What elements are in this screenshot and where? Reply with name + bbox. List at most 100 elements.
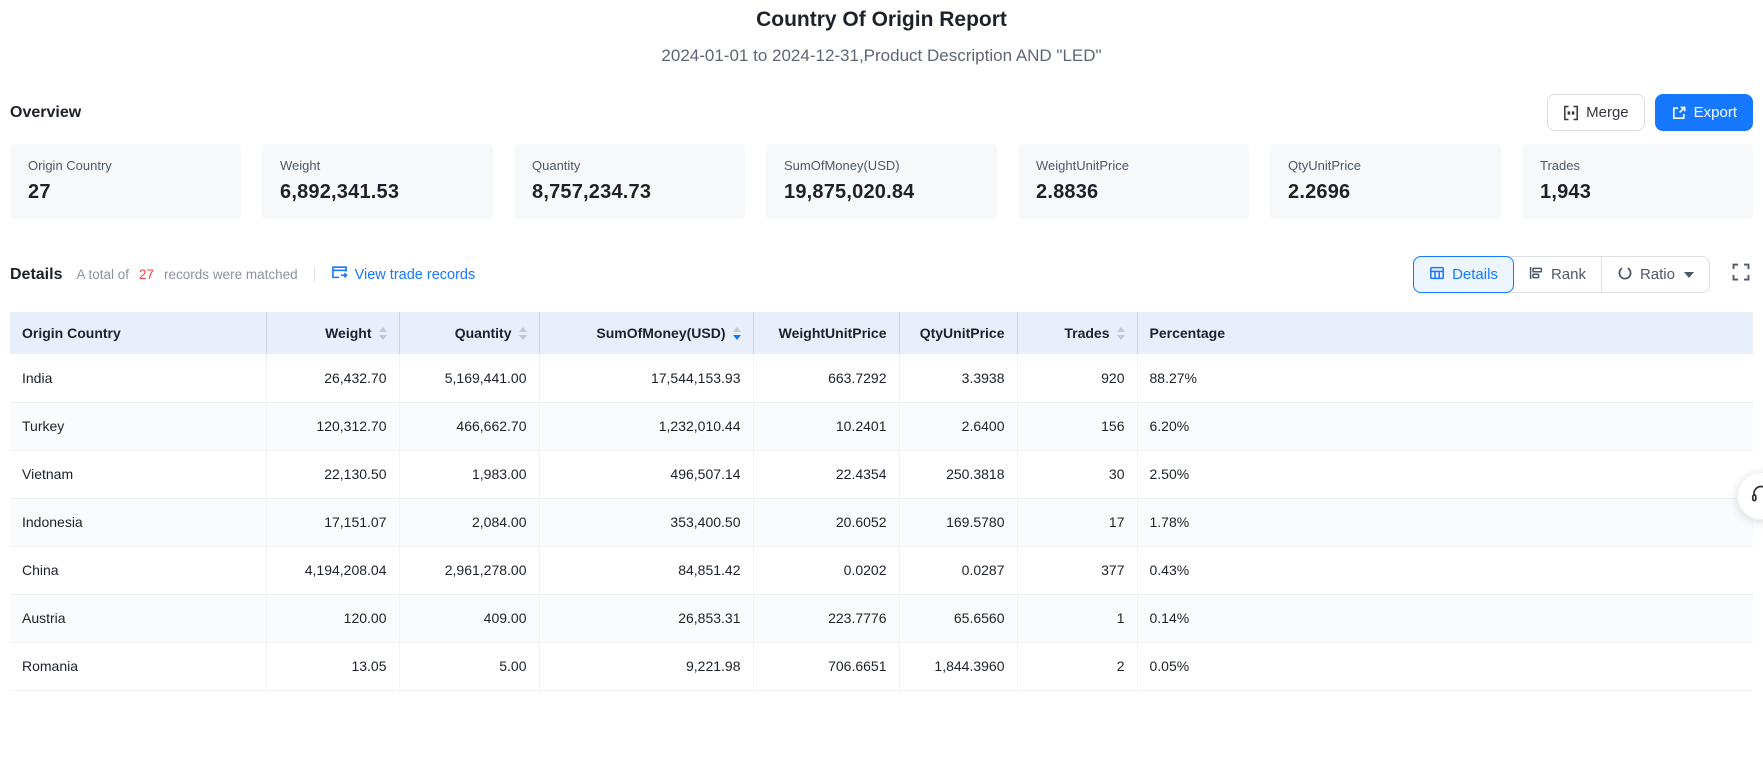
table-row-romania: Romania13.055.009,221.98706.66511,844.39… <box>10 642 1753 690</box>
column-header-quantity[interactable]: Quantity <box>399 312 539 354</box>
column-header-trades[interactable]: Trades <box>1017 312 1137 354</box>
table-row-vietnam: Vietnam22,130.501,983.00496,507.1422.435… <box>10 450 1753 498</box>
table-grid-icon <box>1429 265 1445 285</box>
sort-desc-icon[interactable] <box>733 335 741 340</box>
column-label: QtyUnitPrice <box>920 325 1005 341</box>
cell-origin-country: Turkey <box>10 402 266 450</box>
origin-table-wrap: Origin Country Weight Quantity SumOfMoney(U… <box>10 312 1753 691</box>
vertical-divider <box>314 267 315 282</box>
cell-weight: 26,432.70 <box>266 354 399 402</box>
sort-asc-icon[interactable] <box>379 327 387 332</box>
stat-label: QtyUnitPrice <box>1288 158 1483 173</box>
stat-value: 2.8836 <box>1036 181 1231 204</box>
cell-trades: 17 <box>1017 498 1137 546</box>
column-header-weight[interactable]: Weight <box>266 312 399 354</box>
stat-value: 27 <box>28 181 223 204</box>
sort-asc-icon[interactable] <box>519 327 527 332</box>
stat-card-sumofmoney-usd: SumOfMoney(USD)19,875,020.84 <box>766 144 997 219</box>
stat-card-origin-country: Origin Country 27 <box>10 144 241 219</box>
cell-weight: 22,130.50 <box>266 450 399 498</box>
sort-desc-icon[interactable] <box>1117 335 1125 340</box>
sort-carets[interactable] <box>379 327 387 340</box>
cell-origin-country: China <box>10 546 266 594</box>
cell-weightunitprice: 223.7776 <box>753 594 899 642</box>
cell-weight: 13.05 <box>266 642 399 690</box>
headset-icon <box>1749 482 1763 511</box>
origin-table: Origin Country Weight Quantity SumOfMoney(U… <box>10 312 1753 691</box>
page-title: Country Of Origin Report <box>0 8 1763 32</box>
export-button-label: Export <box>1694 104 1737 121</box>
cell-trades: 377 <box>1017 546 1137 594</box>
tab-ratio[interactable]: Ratio <box>1601 257 1709 292</box>
column-header-qtyunitprice: QtyUnitPrice <box>899 312 1017 354</box>
details-toolbar: Details A total of 27 records were match… <box>10 256 1753 293</box>
cell-weight: 4,194,208.04 <box>266 546 399 594</box>
tab-rank[interactable]: Rank <box>1513 257 1601 292</box>
cell-weightunitprice: 663.7292 <box>753 354 899 402</box>
cell-percentage: 6.20% <box>1137 402 1753 450</box>
cell-percentage: 2.50% <box>1137 450 1753 498</box>
stat-label: Origin Country <box>28 158 223 173</box>
cell-qtyunitprice: 65.6560 <box>899 594 1017 642</box>
sort-carets[interactable] <box>1117 327 1125 340</box>
tab-ratio-label: Ratio <box>1640 266 1675 283</box>
view-trade-records-link[interactable]: View trade records <box>331 264 476 285</box>
column-label: Quantity <box>455 325 512 341</box>
column-label: WeightUnitPrice <box>779 325 887 341</box>
cell-sumofmoney-usd: 17,544,153.93 <box>539 354 753 402</box>
cell-trades: 1 <box>1017 594 1137 642</box>
sort-asc-icon[interactable] <box>733 327 741 332</box>
cell-quantity: 5.00 <box>399 642 539 690</box>
overview-toolbar: Overview Merge Export <box>10 94 1753 131</box>
column-header-sumofmoney-usd[interactable]: SumOfMoney(USD) <box>539 312 753 354</box>
cell-weight: 17,151.07 <box>266 498 399 546</box>
cell-quantity: 1,983.00 <box>399 450 539 498</box>
report-subtitle: 2024-01-01 to 2024-12-31,Product Descrip… <box>0 46 1763 66</box>
export-icon <box>1671 105 1687 121</box>
sort-desc-icon[interactable] <box>379 335 387 340</box>
merge-button-label: Merge <box>1586 104 1629 121</box>
cell-sumofmoney-usd: 9,221.98 <box>539 642 753 690</box>
view-trade-records-label: View trade records <box>355 267 476 283</box>
stat-card-qtyunitprice: QtyUnitPrice2.2696 <box>1270 144 1501 219</box>
cell-qtyunitprice: 169.5780 <box>899 498 1017 546</box>
cell-quantity: 2,084.00 <box>399 498 539 546</box>
overview-cards: Origin Country27Weight6,892,341.53Quanti… <box>10 144 1753 219</box>
column-label: Trades <box>1064 325 1109 341</box>
stat-value: 6,892,341.53 <box>280 181 475 204</box>
cell-qtyunitprice: 2.6400 <box>899 402 1017 450</box>
column-label: Percentage <box>1150 325 1225 341</box>
column-label: Origin Country <box>22 325 121 341</box>
table-header-row: Origin Country Weight Quantity SumOfMoney(U… <box>10 312 1753 354</box>
merge-icon <box>1563 105 1579 121</box>
tab-details[interactable]: Details <box>1413 256 1514 293</box>
stat-label: Trades <box>1540 158 1735 173</box>
sort-carets[interactable] <box>733 327 741 340</box>
cell-weightunitprice: 20.6052 <box>753 498 899 546</box>
sort-carets[interactable] <box>519 327 527 340</box>
table-row-indonesia: Indonesia17,151.072,084.00353,400.5020.6… <box>10 498 1753 546</box>
cell-sumofmoney-usd: 496,507.14 <box>539 450 753 498</box>
cell-weightunitprice: 0.0202 <box>753 546 899 594</box>
cell-quantity: 5,169,441.00 <box>399 354 539 402</box>
cell-sumofmoney-usd: 1,232,010.44 <box>539 402 753 450</box>
rank-bars-icon <box>1528 265 1544 285</box>
overview-heading: Overview <box>10 104 81 122</box>
cell-weightunitprice: 22.4354 <box>753 450 899 498</box>
details-heading: Details <box>10 266 62 284</box>
tab-details-label: Details <box>1452 266 1498 283</box>
export-button[interactable]: Export <box>1655 94 1753 131</box>
cell-weightunitprice: 10.2401 <box>753 402 899 450</box>
sort-desc-icon[interactable] <box>519 335 527 340</box>
cell-percentage: 88.27% <box>1137 354 1753 402</box>
cell-weight: 120,312.70 <box>266 402 399 450</box>
cell-origin-country: Indonesia <box>10 498 266 546</box>
fullscreen-button[interactable] <box>1729 263 1753 287</box>
cell-trades: 2 <box>1017 642 1137 690</box>
cell-quantity: 409.00 <box>399 594 539 642</box>
merge-button[interactable]: Merge <box>1547 94 1645 131</box>
sort-asc-icon[interactable] <box>1117 327 1125 332</box>
cell-origin-country: India <box>10 354 266 402</box>
cell-qtyunitprice: 1,844.3960 <box>899 642 1017 690</box>
match-meta-prefix: A total of <box>76 267 129 282</box>
